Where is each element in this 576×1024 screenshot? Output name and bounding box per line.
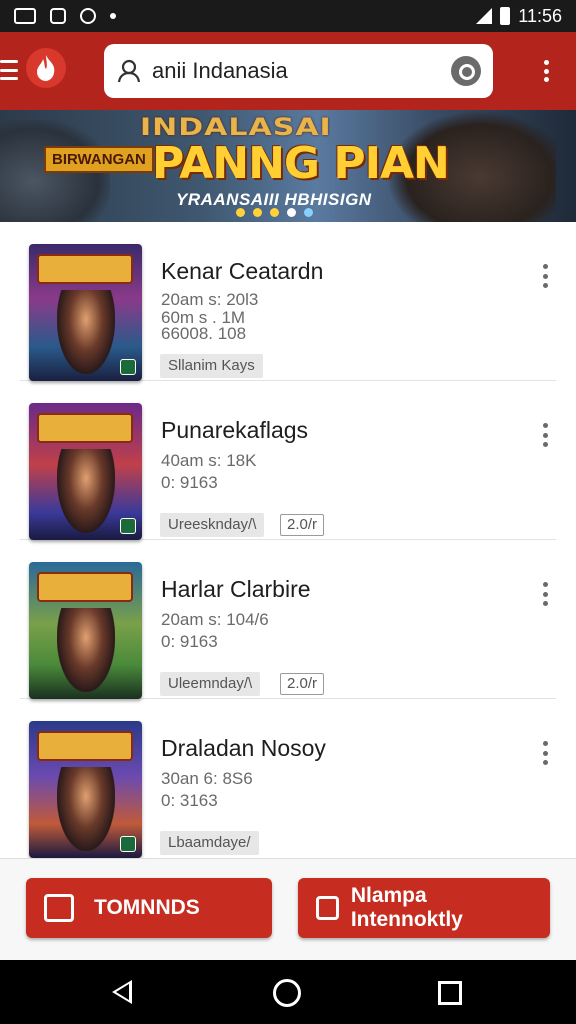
item-version-tag: 2.0/r <box>280 673 325 695</box>
item-version-tag: 2.0/r <box>280 514 325 536</box>
carousel-indicator[interactable] <box>236 208 313 217</box>
banner-title: PANNG PIAN <box>152 138 450 189</box>
tomnnds-button-label: TOMNNDS <box>94 896 200 919</box>
item-meta: 20am s: 20l3 <box>161 290 259 309</box>
list-item[interactable]: Draladan Nosoy 30an 6: 8S6 0: 3163 Lbaam… <box>20 699 556 858</box>
thumbnail-hero-art <box>57 290 115 374</box>
flame-shape <box>37 55 55 81</box>
item-tag: Sllanim Kays <box>160 354 263 378</box>
signal-icon <box>476 8 493 24</box>
flame-logo-icon[interactable] <box>26 48 66 88</box>
item-tag: Lbaamdaye/ <box>160 831 259 855</box>
search-bar[interactable]: anii Indanasia <box>104 44 493 98</box>
item-more-icon[interactable] <box>542 264 548 288</box>
user-icon <box>117 59 141 83</box>
back-icon[interactable] <box>112 980 132 1004</box>
app-bar: anii Indanasia <box>0 32 576 110</box>
list-item[interactable]: Harlar Clarbire 20am s: 104/6 0: 9163 Ul… <box>20 540 556 699</box>
item-meta: 20am s: 104/6 <box>161 610 269 629</box>
message-notification-icon <box>80 8 96 24</box>
banner-tag: BIRWANGAN <box>44 146 154 173</box>
game-thumbnail[interactable] <box>29 562 142 699</box>
item-meta: 0: 3163 <box>161 791 218 810</box>
carousel-dot[interactable] <box>253 208 262 217</box>
game-thumbnail[interactable] <box>29 244 142 381</box>
game-list: Kenar Ceatardn 20am s: 20l3 60m s . 1M 6… <box>0 222 576 858</box>
status-bar: 11:56 <box>0 0 576 32</box>
banner-subtitle: YRAANSAIII HBHISIGN <box>176 190 372 209</box>
interactivity-button[interactable]: Nlampa Intennoktly <box>298 878 550 938</box>
item-meta: 40am s: 18K <box>161 451 257 470</box>
status-time: 11:56 <box>518 5 562 26</box>
tomnnds-button[interactable]: TOMNNDS <box>26 878 272 938</box>
status-system: 11:56 <box>476 6 562 27</box>
interactivity-button-label: Nlampa Intennoktly <box>350 884 463 931</box>
carousel-dot[interactable] <box>304 208 313 217</box>
battery-icon <box>500 7 511 25</box>
item-title[interactable]: Punarekaflags <box>161 417 308 444</box>
more-notifications-icon <box>110 13 116 19</box>
item-title[interactable]: Draladan Nosoy <box>161 735 326 762</box>
thumbnail-badge-icon <box>120 518 136 534</box>
bottom-action-bar: TOMNNDS Nlampa Intennoktly <box>0 858 576 960</box>
status-notifications <box>14 8 116 24</box>
thumbnail-hero-art <box>57 767 115 851</box>
thumbnail-logo <box>37 572 133 602</box>
carousel-dot[interactable] <box>236 208 245 217</box>
promo-banner[interactable]: BIRWANGAN INDALASAI PANNG PIAN YRAANSAII… <box>0 110 576 222</box>
item-meta: 0: 9163 <box>161 632 218 651</box>
item-meta: 66008. 108 <box>161 324 247 343</box>
gallery-notification-icon <box>14 8 36 24</box>
list-item[interactable]: Punarekaflags 40am s: 18K 0: 9163 Ureesk… <box>20 381 556 540</box>
game-thumbnail[interactable] <box>29 721 142 858</box>
thumbnail-logo <box>37 413 133 443</box>
item-title[interactable]: Kenar Ceatardn <box>161 258 323 285</box>
menu-icon[interactable] <box>0 60 18 80</box>
carousel-dot[interactable] <box>270 208 279 217</box>
thumbnail-badge-icon <box>120 836 136 852</box>
game-thumbnail[interactable] <box>29 403 142 540</box>
app-notification-icon <box>50 8 66 24</box>
thumbnail-badge-icon <box>120 359 136 375</box>
overflow-icon[interactable] <box>544 60 550 82</box>
item-more-icon[interactable] <box>542 423 548 447</box>
item-more-icon[interactable] <box>542 741 548 765</box>
recent-apps-icon[interactable] <box>438 981 462 1005</box>
home-icon[interactable] <box>273 979 301 1007</box>
item-tag: Uleemnday/\ <box>160 672 261 696</box>
thumbnail-logo <box>37 731 133 761</box>
thumbnail-hero-art <box>57 449 115 533</box>
list-item[interactable]: Kenar Ceatardn 20am s: 20l3 60m s . 1M 6… <box>20 222 556 381</box>
item-more-icon[interactable] <box>542 582 548 606</box>
search-icon[interactable] <box>451 56 481 86</box>
item-meta: 0: 9163 <box>161 473 218 492</box>
item-title[interactable]: Harlar Clarbire <box>161 576 311 603</box>
item-meta: 30an 6: 8S6 <box>161 769 253 788</box>
carousel-dot-active[interactable] <box>287 208 296 217</box>
item-tag: Ureesknday/\ <box>160 513 265 537</box>
system-nav-bar <box>0 960 576 1024</box>
thumbnail-hero-art <box>57 608 115 692</box>
image-icon <box>316 896 339 920</box>
thumbnail-logo <box>37 254 133 284</box>
share-icon <box>44 894 74 922</box>
search-input[interactable]: anii Indanasia <box>152 58 451 84</box>
